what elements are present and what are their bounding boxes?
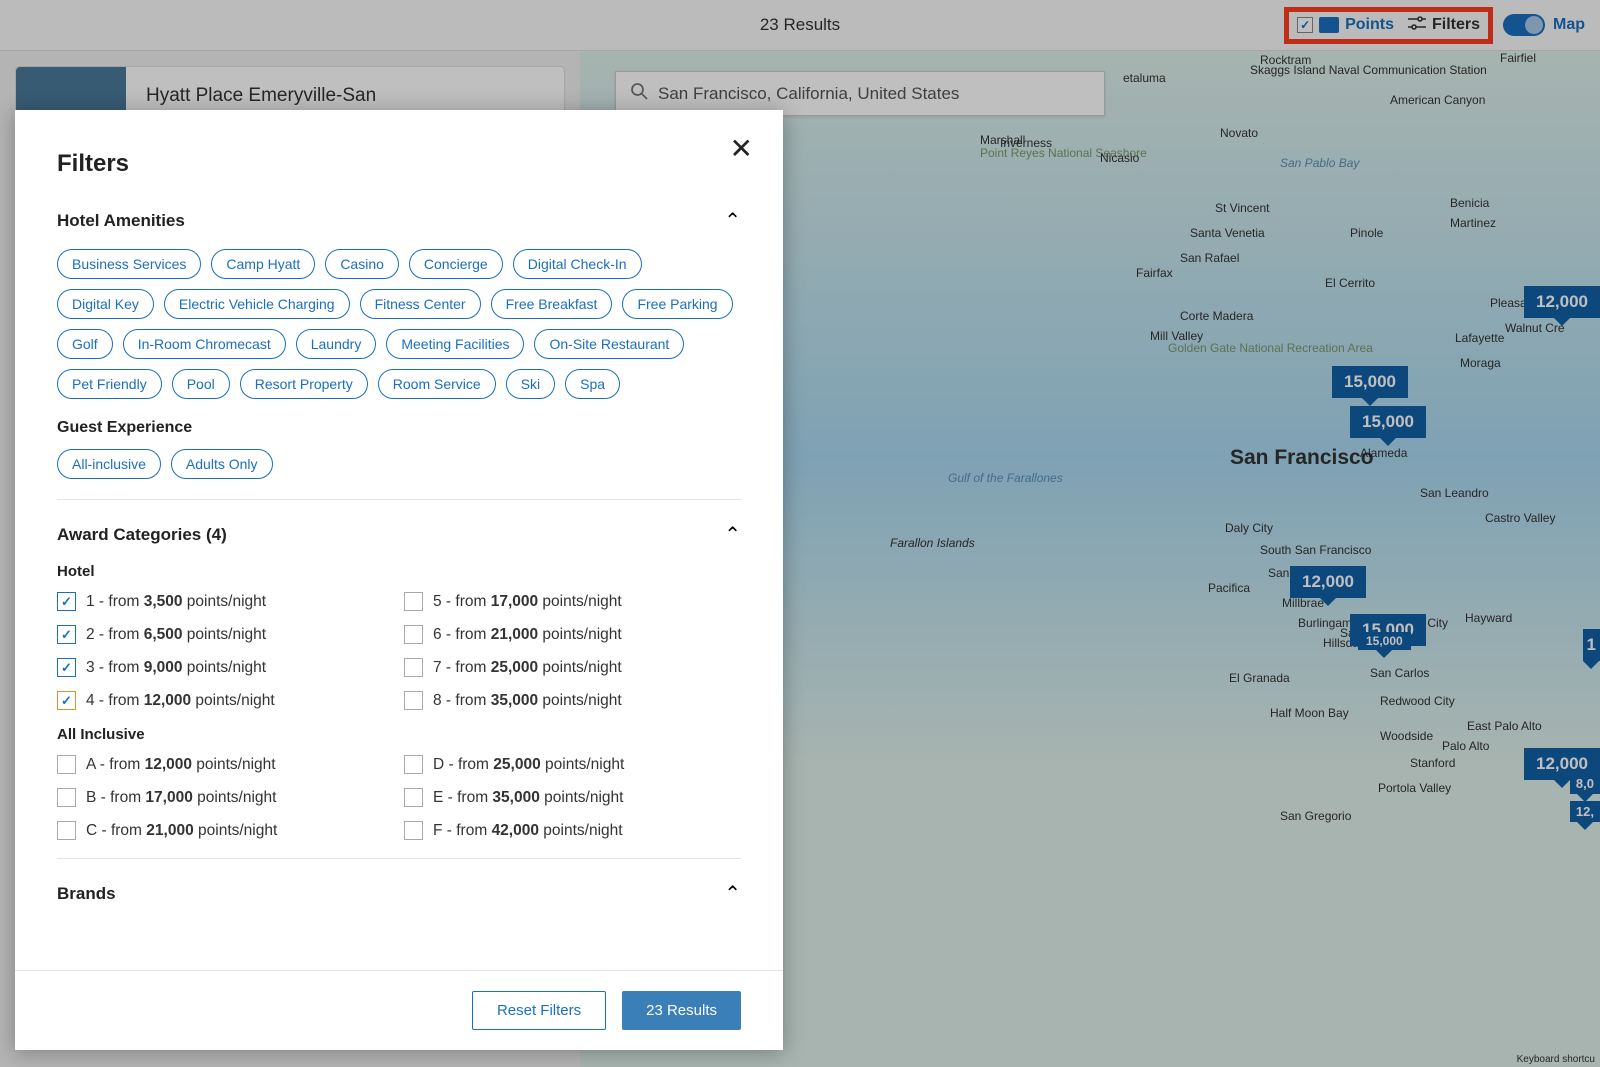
amenity-chip[interactable]: Camp Hyatt — [211, 249, 315, 279]
checkbox[interactable]: ✓ — [57, 658, 76, 677]
amenity-chip[interactable]: Meeting Facilities — [386, 329, 524, 359]
amenities-title: Hotel Amenities — [57, 211, 185, 231]
all-inclusive-grid: A - from 12,000 points/night D - from 25,… — [57, 755, 741, 840]
amenity-chip[interactable]: Digital Key — [57, 289, 154, 319]
checkbox[interactable]: ✓ — [57, 625, 76, 644]
award-level-row[interactable]: B - from 17,000 points/night — [57, 788, 394, 807]
award-level-row[interactable]: ✓ 2 - from 6,500 points/night — [57, 625, 394, 644]
checkbox[interactable] — [404, 625, 423, 644]
guest-exp-chip[interactable]: All-inclusive — [57, 449, 161, 479]
checkbox[interactable] — [57, 788, 76, 807]
award-level-row[interactable]: D - from 25,000 points/night — [404, 755, 741, 774]
guest-exp-title: Guest Experience — [57, 419, 741, 437]
amenity-chip[interactable]: Spa — [565, 369, 620, 399]
award-level-label: D - from 25,000 points/night — [433, 756, 624, 774]
award-level-row[interactable]: 5 - from 17,000 points/night — [404, 592, 741, 611]
award-level-row[interactable]: C - from 21,000 points/night — [57, 821, 394, 840]
checkbox[interactable] — [404, 821, 423, 840]
award-level-row[interactable]: E - from 35,000 points/night — [404, 788, 741, 807]
amenity-chip[interactable]: Business Services — [57, 249, 201, 279]
checkbox[interactable]: ✓ — [57, 592, 76, 611]
award-level-label: E - from 35,000 points/night — [433, 789, 623, 807]
amenity-chip[interactable]: Electric Vehicle Charging — [164, 289, 350, 319]
award-level-label: 3 - from 9,000 points/night — [86, 659, 266, 677]
divider — [57, 858, 741, 859]
amenity-chip[interactable]: Pet Friendly — [57, 369, 162, 399]
award-title: Award Categories (4) — [57, 525, 227, 545]
modal-title: Filters — [57, 150, 741, 178]
checkbox[interactable] — [404, 788, 423, 807]
checkbox[interactable] — [57, 821, 76, 840]
award-header[interactable]: Award Categories (4) ⌃ — [57, 522, 741, 547]
award-level-row[interactable]: 7 - from 25,000 points/night — [404, 658, 741, 677]
close-icon[interactable]: ✕ — [730, 132, 753, 165]
amenity-chip[interactable]: In-Room Chromecast — [123, 329, 286, 359]
award-level-row[interactable]: ✓ 3 - from 9,000 points/night — [57, 658, 394, 677]
divider — [57, 499, 741, 500]
checkbox[interactable]: ✓ — [57, 691, 76, 710]
award-level-label: 4 - from 12,000 points/night — [86, 692, 275, 710]
brands-title: Brands — [57, 884, 116, 904]
checkbox[interactable] — [404, 658, 423, 677]
checkbox[interactable] — [404, 592, 423, 611]
award-level-label: 7 - from 25,000 points/night — [433, 659, 622, 677]
amenity-chip[interactable]: Digital Check-In — [513, 249, 642, 279]
award-level-label: A - from 12,000 points/night — [86, 756, 276, 774]
chevron-up-icon: ⌃ — [724, 881, 741, 906]
reset-filters-button[interactable]: Reset Filters — [472, 991, 606, 1030]
hotel-sub: Hotel — [57, 563, 741, 580]
chevron-up-icon: ⌃ — [724, 208, 741, 233]
award-level-label: 5 - from 17,000 points/night — [433, 593, 622, 611]
award-level-label: 8 - from 35,000 points/night — [433, 692, 622, 710]
amenity-chip[interactable]: Concierge — [409, 249, 503, 279]
amenities-header[interactable]: Hotel Amenities ⌃ — [57, 208, 741, 233]
apply-filters-button[interactable]: 23 Results — [622, 991, 741, 1030]
amenity-chip[interactable]: Free Parking — [622, 289, 732, 319]
award-level-label: C - from 21,000 points/night — [86, 822, 277, 840]
checkbox[interactable] — [57, 755, 76, 774]
guest-exp-chip[interactable]: Adults Only — [171, 449, 273, 479]
amenity-chip[interactable]: Laundry — [296, 329, 377, 359]
amenity-chip[interactable]: Room Service — [378, 369, 496, 399]
checkbox[interactable] — [404, 755, 423, 774]
filters-scroll[interactable]: ✕ Filters Hotel Amenities ⌃ Business Ser… — [15, 110, 783, 970]
amenity-chip[interactable]: Free Breakfast — [491, 289, 613, 319]
all-inclusive-sub: All Inclusive — [57, 726, 741, 743]
amenity-chip[interactable]: Resort Property — [240, 369, 368, 399]
checkbox[interactable] — [404, 691, 423, 710]
amenity-chip[interactable]: Ski — [506, 369, 555, 399]
amenity-chip[interactable]: Casino — [325, 249, 399, 279]
amenity-chip[interactable]: On-Site Restaurant — [534, 329, 684, 359]
amenities-chips: Business Services Camp Hyatt Casino Concier… — [57, 249, 741, 399]
award-level-row[interactable]: 6 - from 21,000 points/night — [404, 625, 741, 644]
award-level-label: 2 - from 6,500 points/night — [86, 626, 266, 644]
guest-exp-chips: All-inclusive Adults Only — [57, 449, 741, 479]
award-level-label: F - from 42,000 points/night — [433, 822, 623, 840]
amenity-chip[interactable]: Fitness Center — [360, 289, 481, 319]
award-level-row[interactable]: ✓ 4 - from 12,000 points/night — [57, 691, 394, 710]
hotel-levels-grid: ✓ 1 - from 3,500 points/night 5 - from 17,… — [57, 592, 741, 710]
award-level-label: 1 - from 3,500 points/night — [86, 593, 266, 611]
amenity-chip[interactable]: Golf — [57, 329, 113, 359]
award-level-label: B - from 17,000 points/night — [86, 789, 276, 807]
filters-modal: ✕ Filters Hotel Amenities ⌃ Business Ser… — [15, 110, 783, 1050]
award-level-row[interactable]: 8 - from 35,000 points/night — [404, 691, 741, 710]
chevron-up-icon: ⌃ — [724, 522, 741, 547]
brands-header[interactable]: Brands ⌃ — [57, 881, 741, 906]
amenity-chip[interactable]: Pool — [172, 369, 230, 399]
award-level-label: 6 - from 21,000 points/night — [433, 626, 622, 644]
award-level-row[interactable]: F - from 42,000 points/night — [404, 821, 741, 840]
award-level-row[interactable]: ✓ 1 - from 3,500 points/night — [57, 592, 394, 611]
award-level-row[interactable]: A - from 12,000 points/night — [57, 755, 394, 774]
modal-footer: Reset Filters 23 Results — [15, 970, 783, 1050]
